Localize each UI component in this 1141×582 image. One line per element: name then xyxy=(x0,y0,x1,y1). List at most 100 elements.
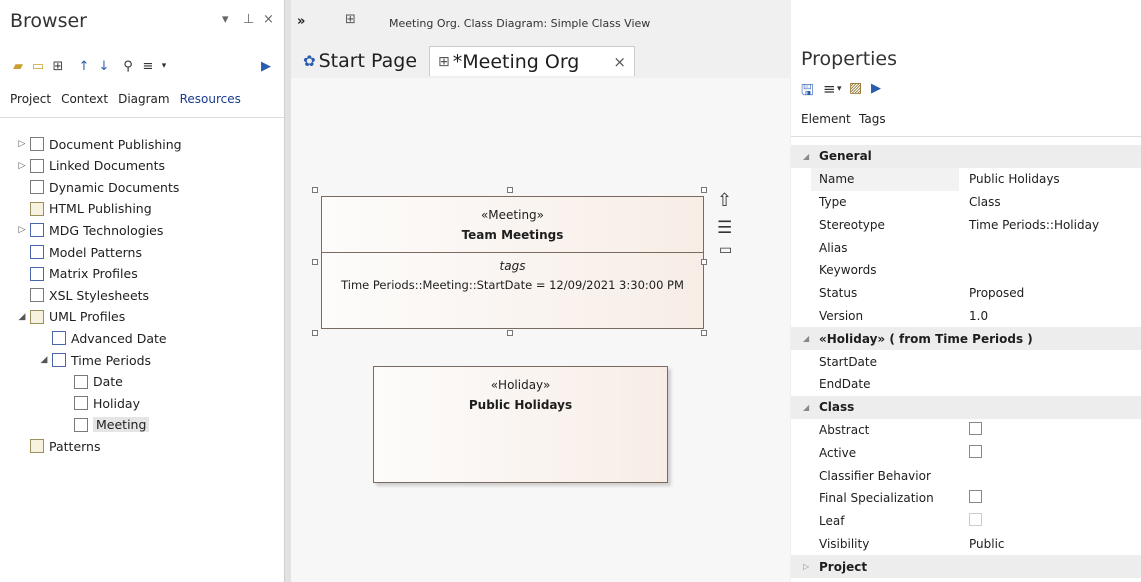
move-down-icon[interactable]: ↓ xyxy=(96,58,112,74)
expand-arrow-icon[interactable]: ▶ xyxy=(871,81,881,96)
resize-handle[interactable] xyxy=(701,330,707,336)
property-name: Classifier Behavior xyxy=(819,468,931,483)
tree-item[interactable]: HTML Publishing xyxy=(16,199,152,219)
pin-icon[interactable]: ⊥ xyxy=(243,12,254,27)
tab-close-icon[interactable]: × xyxy=(613,53,626,71)
tab-tags[interactable]: Tags xyxy=(859,112,886,126)
resize-handle[interactable] xyxy=(507,187,513,193)
expand-toggle-icon[interactable]: ▷ xyxy=(16,139,28,149)
locate-icon[interactable]: ⚲ xyxy=(120,58,136,74)
tree-item[interactable]: Meeting xyxy=(60,415,150,435)
property-value[interactable]: 1.0 xyxy=(969,309,988,323)
property-name: EndDate xyxy=(819,377,871,392)
browser-tab-project[interactable]: Project xyxy=(10,92,51,106)
tree-item[interactable]: Advanced Date xyxy=(38,328,167,348)
tree-item[interactable]: Patterns xyxy=(16,436,100,456)
close-icon[interactable]: × xyxy=(263,12,274,27)
property-checkbox[interactable] xyxy=(969,444,982,461)
property-value[interactable]: Time Periods::Holiday xyxy=(969,218,1099,232)
property-checkbox[interactable] xyxy=(969,422,982,438)
property-row[interactable]: Version 1.0 xyxy=(791,305,1141,328)
property-checkbox[interactable] xyxy=(969,513,982,529)
menu-dropdown-icon[interactable]: ▾ xyxy=(837,84,842,94)
tree-item[interactable]: ▷ Document Publishing xyxy=(16,134,182,154)
save-icon[interactable]: 🖫 xyxy=(801,80,814,105)
browser-tab-diagram[interactable]: Diagram xyxy=(118,92,170,106)
section-toggle-icon[interactable]: ◢ xyxy=(803,152,809,161)
package-icon[interactable]: ▭ xyxy=(30,58,46,74)
property-row[interactable]: Active xyxy=(791,441,1141,464)
tree-item[interactable]: ◢ Time Periods xyxy=(38,350,152,370)
property-section[interactable]: ◢ Class xyxy=(791,395,1141,419)
image-icon[interactable]: ▨ xyxy=(849,80,862,96)
resize-handle[interactable] xyxy=(312,187,318,193)
tree-item-label: Patterns xyxy=(49,438,101,454)
resize-handle[interactable] xyxy=(701,259,707,265)
property-section[interactable]: ▷ Project xyxy=(791,555,1141,579)
resize-handle[interactable] xyxy=(312,330,318,336)
tree-item[interactable]: Model Patterns xyxy=(16,242,142,262)
resize-handle[interactable] xyxy=(312,259,318,265)
property-row[interactable]: Final Specialization xyxy=(791,487,1141,510)
section-toggle-icon[interactable]: ▷ xyxy=(803,562,809,571)
property-row[interactable]: Type Class xyxy=(791,191,1141,214)
new-folder-icon[interactable]: ▰ xyxy=(10,58,26,74)
dropdown-icon[interactable]: ▾ xyxy=(222,12,229,27)
property-row[interactable]: Name Public Holidays xyxy=(791,167,1141,191)
tab-meeting-org[interactable]: ⊞ *Meeting Org × xyxy=(429,46,635,76)
add-compartment-icon[interactable]: ▭ xyxy=(719,242,732,258)
element-menu-icon[interactable]: ☰ xyxy=(717,218,732,238)
property-row[interactable]: Keywords xyxy=(791,259,1141,282)
expand-toggle-icon[interactable]: ◢ xyxy=(16,312,28,322)
property-row[interactable]: Status Proposed xyxy=(791,282,1141,305)
expand-panel-icon[interactable]: » xyxy=(297,14,305,29)
property-row[interactable]: Visibility Public xyxy=(791,533,1141,556)
section-toggle-icon[interactable]: ◢ xyxy=(803,334,809,343)
tab-element[interactable]: Element xyxy=(801,112,851,126)
property-value[interactable]: Public Holidays xyxy=(969,172,1060,186)
property-section[interactable]: ◢ General xyxy=(791,145,1141,168)
property-name: Status xyxy=(819,286,858,301)
menu-dropdown-icon[interactable]: ▾ xyxy=(156,58,172,74)
property-row[interactable]: Stereotype Time Periods::Holiday xyxy=(791,213,1141,236)
tab-start-page[interactable]: ✿ Start Page xyxy=(295,46,427,76)
menu-icon[interactable]: ≡ xyxy=(140,58,156,74)
property-value[interactable]: Class xyxy=(969,195,1001,209)
class-public-holidays[interactable]: «Holiday» Public Holidays xyxy=(373,366,668,483)
tree-item[interactable]: ▷ Linked Documents xyxy=(16,156,166,176)
expand-toggle-icon[interactable]: ◢ xyxy=(38,355,50,365)
diagram-canvas[interactable]: «Meeting» Team Meetings tags Time Period… xyxy=(291,78,790,582)
resize-handle[interactable] xyxy=(701,187,707,193)
expand-toggle-icon[interactable]: ▷ xyxy=(16,161,28,171)
property-section[interactable]: ◢ «Holiday» ( from Time Periods ) xyxy=(791,327,1141,351)
property-value[interactable]: Public xyxy=(969,537,1005,551)
property-row[interactable]: Classifier Behavior xyxy=(791,464,1141,487)
property-row[interactable]: Alias xyxy=(791,236,1141,259)
property-row[interactable]: EndDate xyxy=(791,373,1141,396)
tree-item[interactable]: Date xyxy=(60,372,123,392)
tree-item[interactable]: ◢ UML Profiles xyxy=(16,307,126,327)
property-row[interactable]: Abstract xyxy=(791,419,1141,442)
property-row[interactable]: StartDate xyxy=(791,350,1141,373)
tree-item[interactable]: Matrix Profiles xyxy=(16,264,138,284)
expand-arrow-icon[interactable]: ▶ xyxy=(258,58,274,74)
property-row[interactable]: Leaf xyxy=(791,510,1141,533)
tree-item[interactable]: Dynamic Documents xyxy=(16,177,179,197)
property-value[interactable]: Proposed xyxy=(969,286,1024,300)
class-team-meetings[interactable]: «Meeting» Team Meetings tags Time Period… xyxy=(321,196,704,329)
document-icon xyxy=(30,158,44,173)
resize-handle[interactable] xyxy=(507,330,513,336)
tree-item[interactable]: XSL Stylesheets xyxy=(16,285,149,305)
browser-tab-resources[interactable]: Resources xyxy=(180,92,241,106)
browser-tab-context[interactable]: Context xyxy=(61,92,108,106)
expand-toggle-icon[interactable]: ▷ xyxy=(16,225,28,235)
profile-icon xyxy=(52,331,66,346)
property-checkbox[interactable] xyxy=(969,490,982,506)
section-toggle-icon[interactable]: ◢ xyxy=(803,403,809,412)
diagram-icon[interactable]: ⊞ xyxy=(50,58,66,74)
menu-icon[interactable]: ≡ xyxy=(823,80,836,98)
move-up-icon[interactable]: ↑ xyxy=(76,58,92,74)
tree-item[interactable]: Holiday xyxy=(60,393,140,413)
tree-item[interactable]: ▷ MDG Technologies xyxy=(16,220,164,240)
quicklinker-arrow-icon[interactable]: ⇧ xyxy=(717,190,732,211)
